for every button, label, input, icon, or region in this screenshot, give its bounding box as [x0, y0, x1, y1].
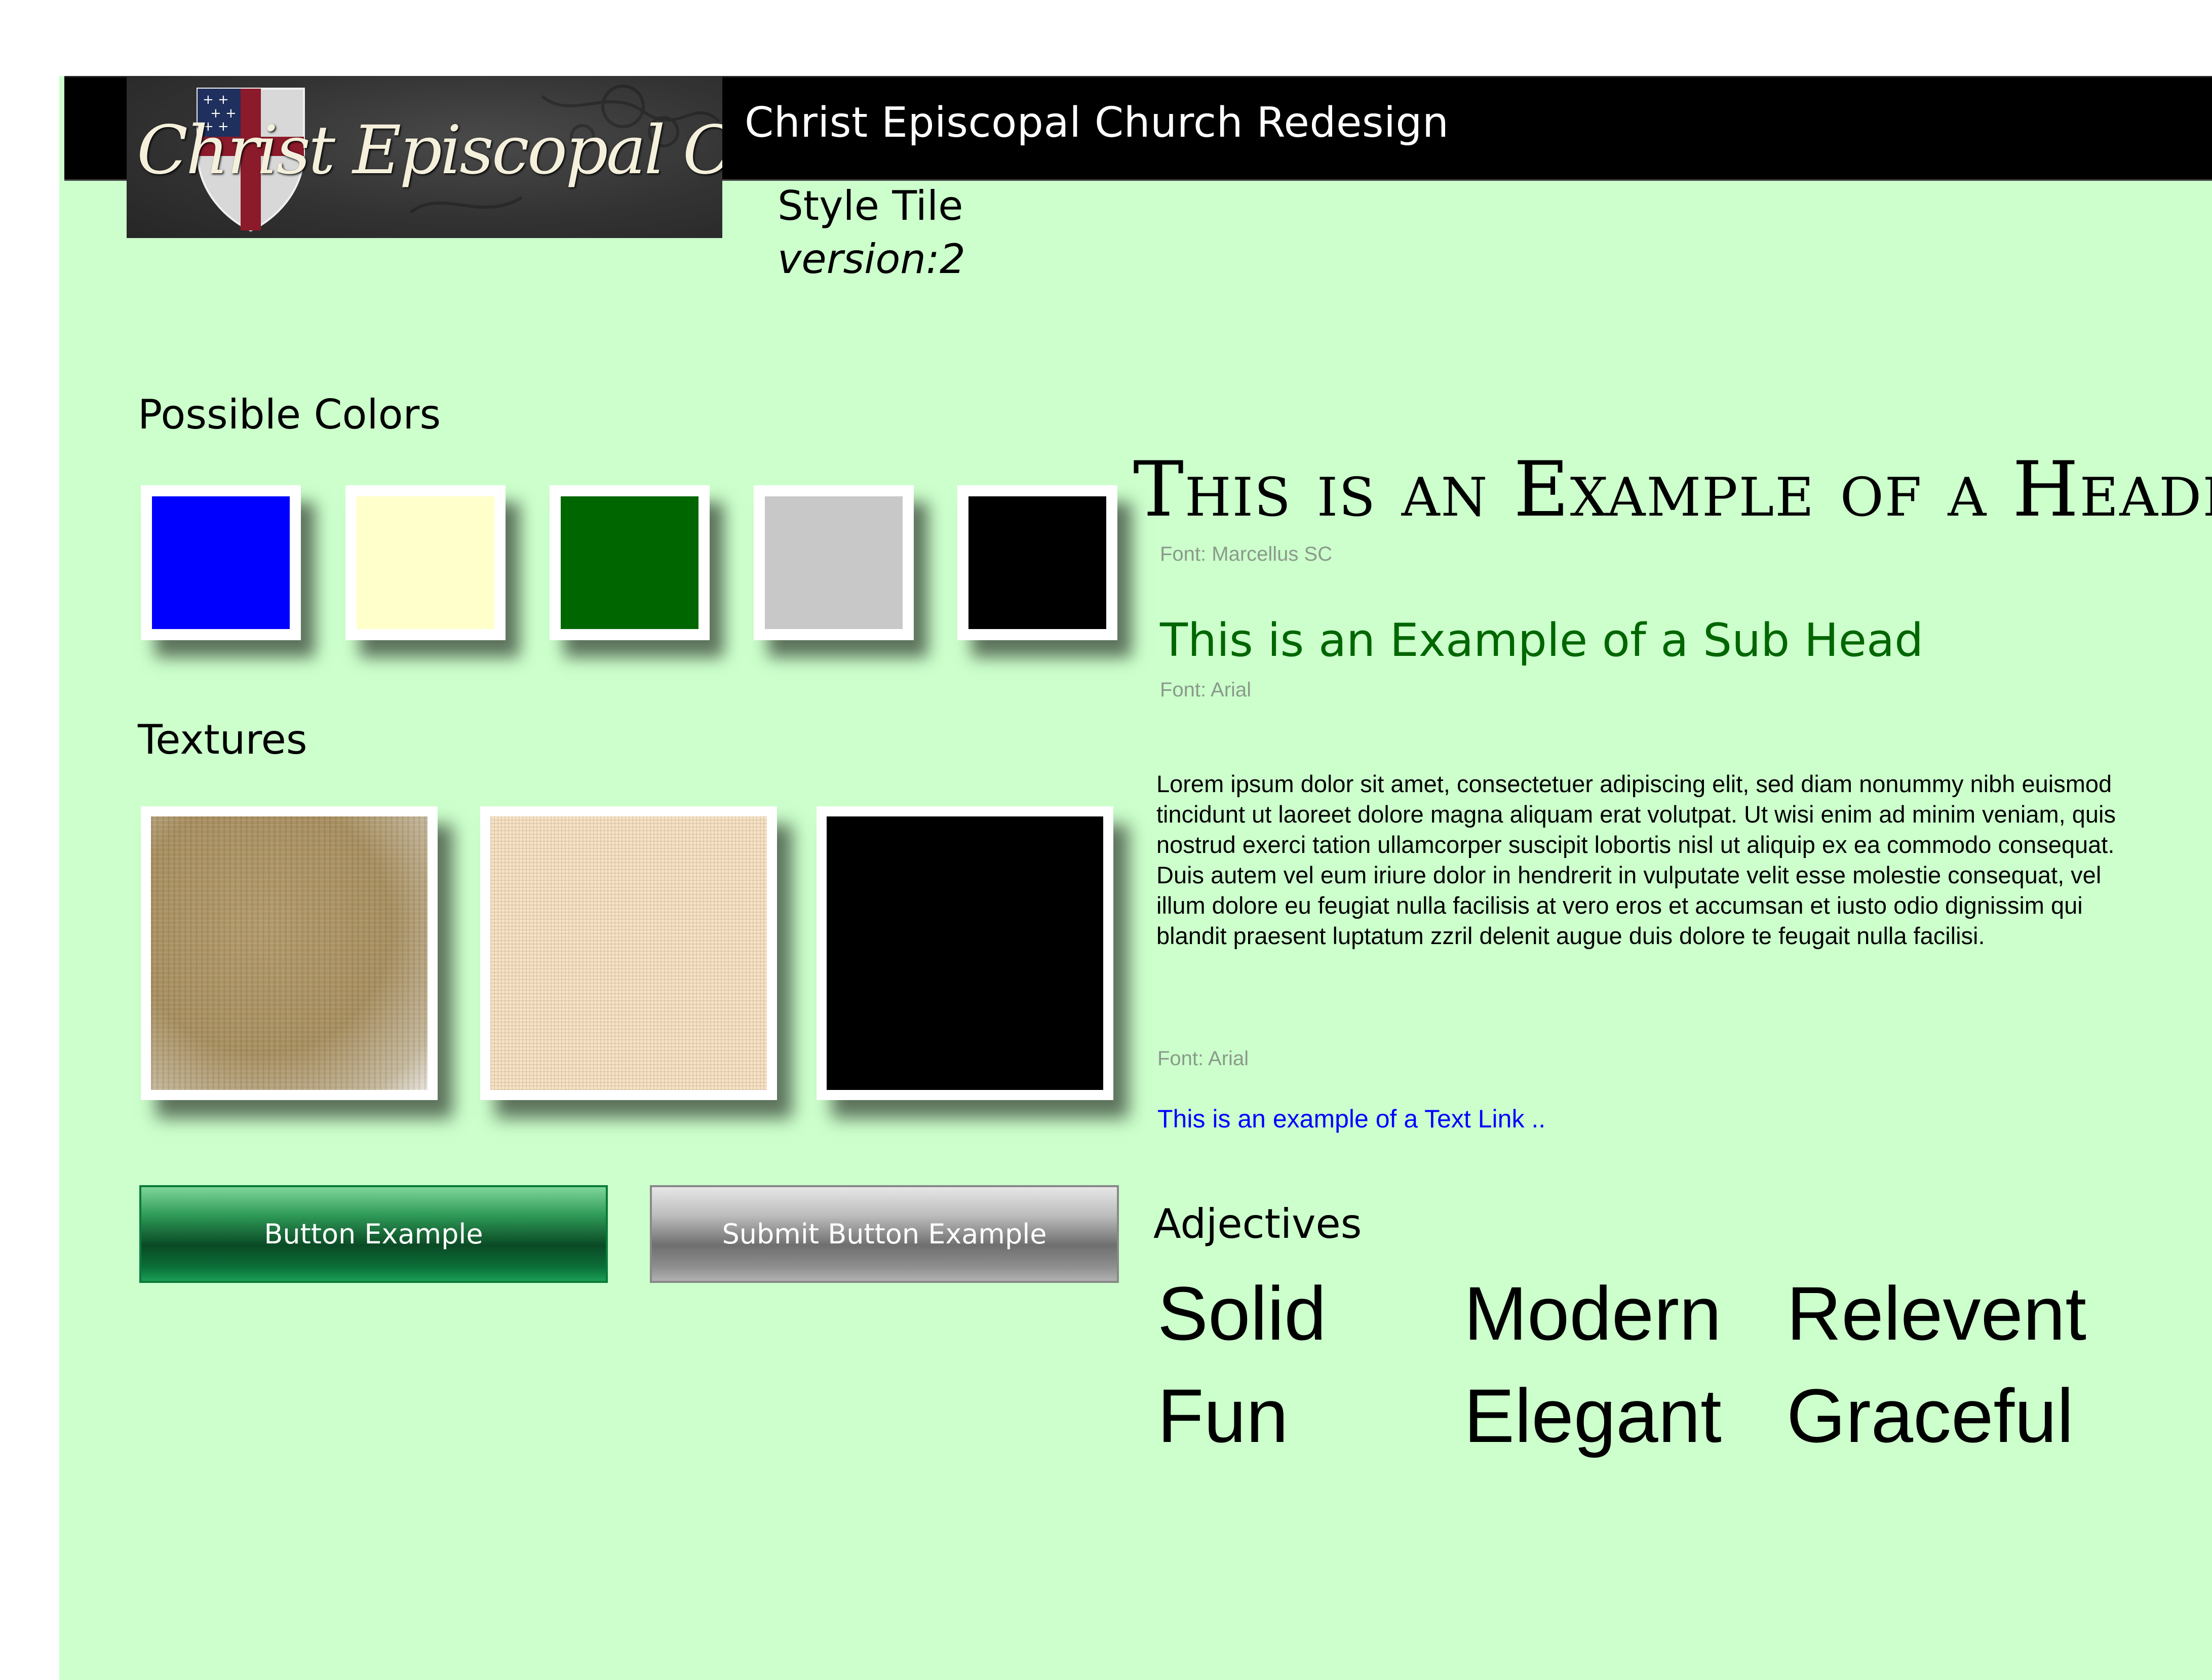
textures-heading: Textures [138, 716, 307, 763]
colors-heading: Possible Colors [138, 391, 441, 438]
swatch-fill [968, 496, 1106, 629]
texture-burlap [141, 806, 438, 1100]
texture-linen [480, 806, 777, 1100]
color-swatch-green [550, 485, 710, 640]
adjective-word: Elegant [1464, 1373, 1722, 1458]
adjective-word: Relevent [1787, 1271, 2087, 1356]
texture-fill [151, 816, 428, 1090]
swatch-fill [152, 496, 290, 629]
swatch-fill [561, 496, 698, 629]
color-swatch-gray [754, 485, 914, 640]
style-tile-version: version:2 [778, 236, 965, 283]
example-subhead: This is an Example of a Sub Head [1160, 614, 1924, 667]
logo-text: Christ Episcopal Church [137, 111, 722, 189]
texture-black [817, 806, 1113, 1100]
header-font-note: Font: Marcellus SC [1160, 543, 1333, 565]
subhead-font-note: Font: Arial [1160, 679, 1252, 701]
swatch-fill [765, 496, 903, 629]
svg-text:+: + [218, 92, 229, 107]
adjective-word: Fun [1157, 1373, 1289, 1458]
submit-button-example[interactable]: Submit Button Example [650, 1185, 1119, 1283]
color-swatch-cream [345, 485, 506, 640]
church-logo: ++ ++ ++ Christ Episcopal Church [127, 76, 722, 238]
button-example[interactable]: Button Example [139, 1185, 608, 1283]
color-swatch-black [957, 485, 1117, 640]
adjective-word: Graceful [1787, 1373, 2074, 1458]
style-tile-title: Style Tile [778, 182, 963, 229]
svg-text:+: + [203, 92, 214, 107]
example-header: This is an Example of a Header [1133, 446, 2212, 534]
adjective-word: Solid [1157, 1271, 1327, 1356]
adjective-word: Modern [1464, 1271, 1722, 1356]
texture-fill [827, 816, 1103, 1090]
example-body-copy: Lorem ipsum dolor sit amet, consectetuer… [1156, 770, 2116, 949]
example-text-link[interactable]: This is an example of a Text Link .. [1157, 1104, 1545, 1134]
color-swatch-blue [141, 485, 301, 640]
swatch-fill [357, 496, 494, 629]
adjectives-heading: Adjectives [1153, 1200, 1362, 1247]
body-font-note: Font: Arial [1157, 1047, 1249, 1070]
page-title: Christ Episcopal Church Redesign [745, 99, 1449, 147]
texture-fill [490, 816, 767, 1090]
